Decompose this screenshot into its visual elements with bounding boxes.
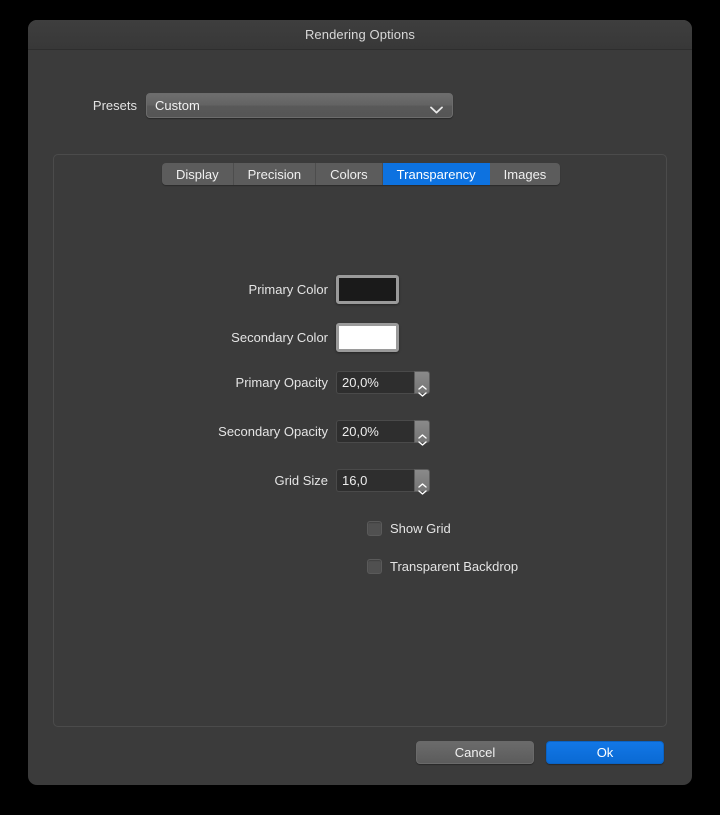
primary-opacity-stepper[interactable] [414, 371, 430, 397]
dialog-title: Rendering Options [304, 27, 416, 42]
secondary-color-row: Secondary Color [28, 323, 692, 352]
rendering-options-dialog: Rendering Options Presets Custom Display… [28, 20, 692, 785]
primary-color-row: Primary Color [28, 275, 692, 304]
primary-color-swatch[interactable] [336, 275, 399, 304]
chevron-down-icon[interactable] [417, 482, 427, 495]
grid-size-label: Grid Size [274, 473, 328, 488]
primary-color-label: Primary Color [248, 282, 328, 297]
tab-precision[interactable]: Precision [233, 163, 317, 185]
grid-size-input[interactable]: 16,0 [336, 469, 414, 492]
transparency-settings-form: Primary Color Secondary Color Primary Op… [28, 275, 692, 597]
chevron-down-icon [430, 101, 443, 114]
presets-selected-value: Custom [155, 97, 200, 113]
transparent-backdrop-row[interactable]: Transparent Backdrop [28, 559, 692, 574]
secondary-color-swatch[interactable] [336, 323, 399, 352]
primary-opacity-input[interactable]: 20,0% [336, 371, 414, 394]
show-grid-checkbox[interactable] [367, 521, 382, 536]
ok-button[interactable]: Ok [546, 741, 664, 764]
secondary-opacity-label: Secondary Opacity [218, 424, 328, 439]
secondary-opacity-input[interactable]: 20,0% [336, 420, 414, 443]
chevron-down-icon[interactable] [417, 433, 427, 446]
chevron-up-icon[interactable] [417, 475, 427, 488]
primary-opacity-spinner[interactable]: 20,0% [336, 371, 430, 397]
tab-bar: Display Precision Colors Transparency Im… [162, 163, 561, 185]
show-grid-row[interactable]: Show Grid [28, 521, 692, 536]
chevron-down-icon[interactable] [417, 384, 427, 397]
presets-dropdown[interactable]: Custom [146, 92, 453, 118]
transparent-backdrop-label: Transparent Backdrop [390, 559, 519, 574]
cancel-button[interactable]: Cancel [416, 741, 534, 764]
tab-display[interactable]: Display [162, 163, 234, 185]
grid-size-spinner[interactable]: 16,0 [336, 469, 430, 495]
presets-row: Presets Custom [28, 92, 692, 118]
chevron-up-icon[interactable] [417, 426, 427, 439]
dialog-footer: Cancel Ok [416, 741, 664, 764]
secondary-opacity-row: Secondary Opacity 20,0% [28, 420, 692, 446]
grid-size-row: Grid Size 16,0 [28, 469, 692, 495]
primary-opacity-row: Primary Opacity 20,0% [28, 371, 692, 397]
presets-label: Presets [92, 97, 137, 113]
tab-colors[interactable]: Colors [316, 163, 383, 185]
tab-images[interactable]: Images [489, 163, 561, 185]
chevron-up-icon[interactable] [417, 377, 427, 390]
transparent-backdrop-checkbox[interactable] [367, 559, 382, 574]
show-grid-label: Show Grid [390, 521, 451, 536]
secondary-opacity-stepper[interactable] [414, 420, 430, 446]
dialog-titlebar: Rendering Options [28, 20, 692, 50]
primary-opacity-label: Primary Opacity [235, 375, 328, 390]
secondary-opacity-spinner[interactable]: 20,0% [336, 420, 430, 446]
tab-transparency[interactable]: Transparency [382, 163, 490, 185]
grid-size-stepper[interactable] [414, 469, 430, 495]
secondary-color-label: Secondary Color [231, 330, 328, 345]
